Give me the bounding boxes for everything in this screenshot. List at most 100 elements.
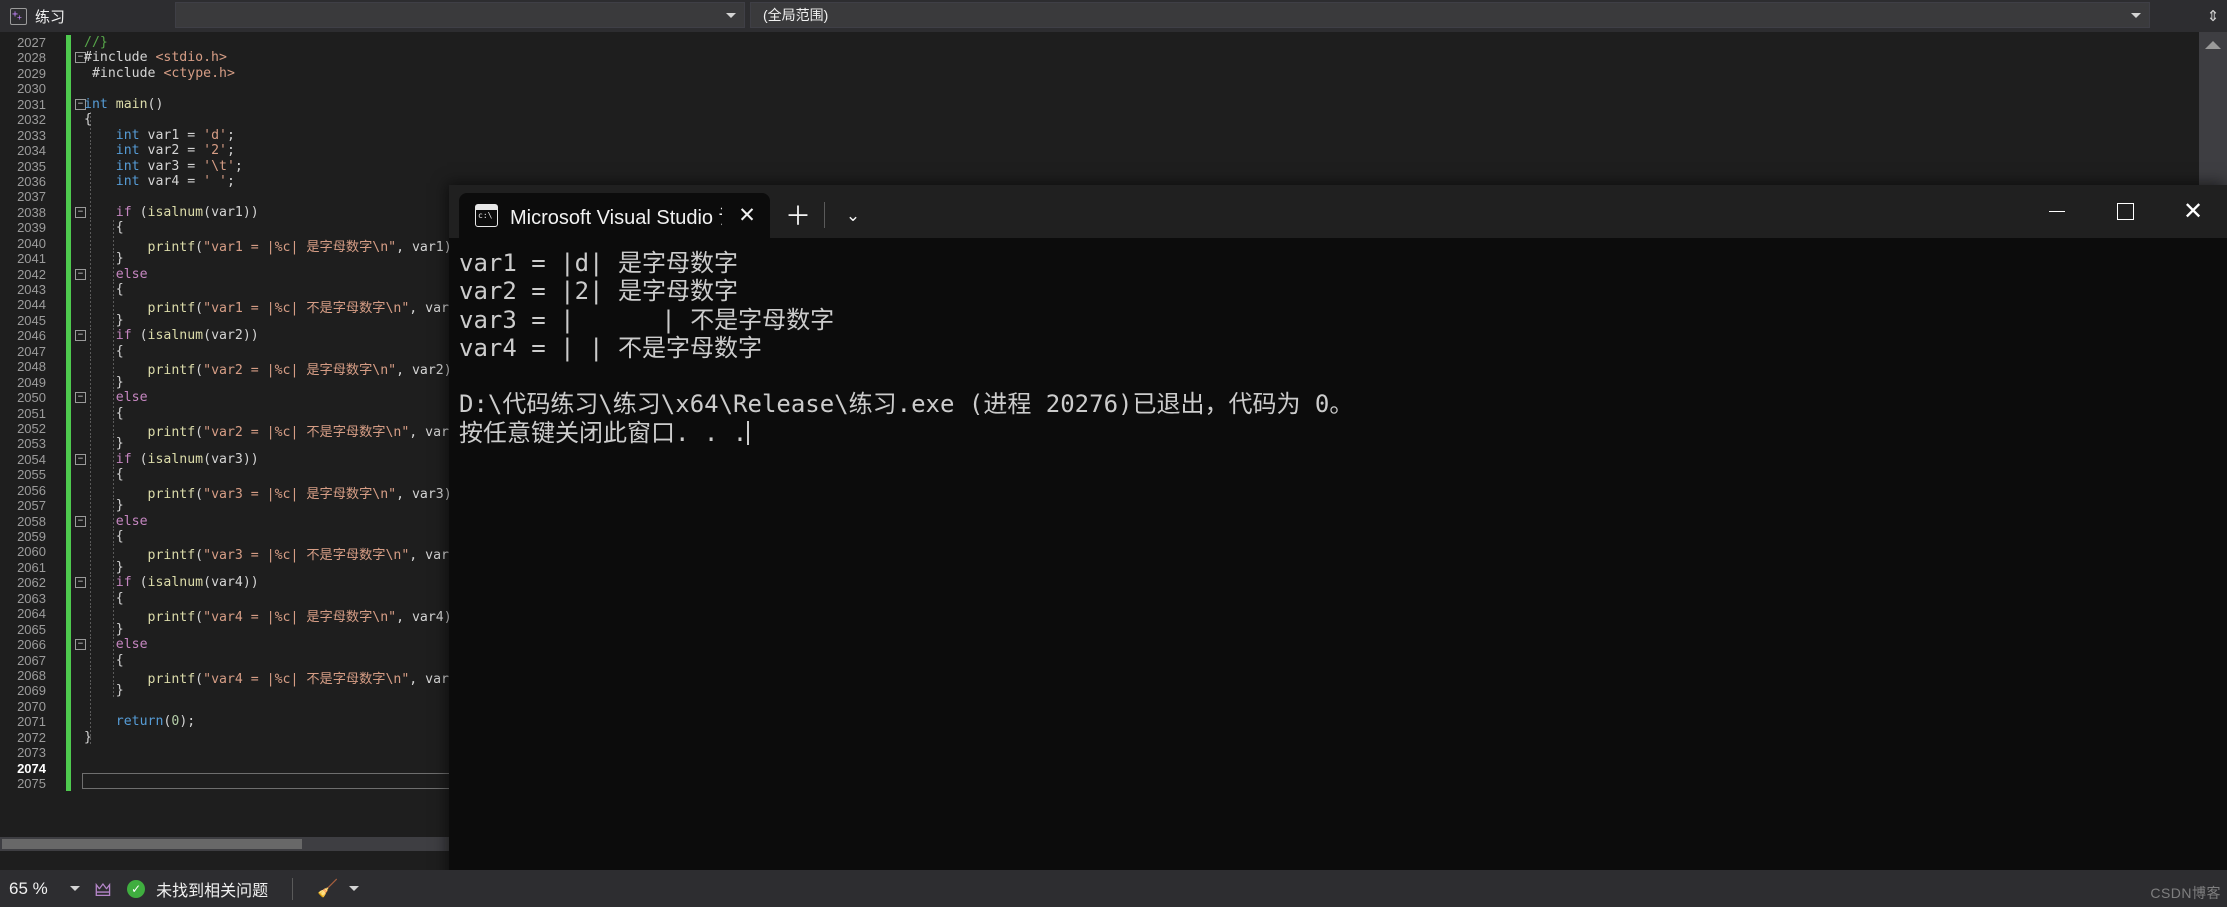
code-line[interactable]: 2031− int main() bbox=[0, 96, 451, 113]
code-line[interactable]: 2051 { bbox=[0, 405, 451, 421]
chevron-down-icon[interactable] bbox=[349, 886, 360, 891]
line-number: 2032 bbox=[17, 112, 46, 128]
line-number: 2034 bbox=[17, 143, 46, 159]
line-number: 2067 bbox=[17, 652, 46, 668]
close-icon[interactable]: ✕ bbox=[2159, 185, 2227, 238]
code-cleanup-control[interactable]: 🧹 bbox=[307, 879, 369, 899]
code-line[interactable]: 2070 bbox=[0, 698, 451, 715]
code-line[interactable]: 2047 { bbox=[0, 343, 451, 360]
member-combobox-value: (全局范围) bbox=[763, 7, 829, 23]
code-line[interactable]: 2027 //} bbox=[0, 35, 451, 51]
cpp-project-icon bbox=[10, 7, 27, 25]
code-line[interactable]: 2037 bbox=[0, 189, 451, 205]
change-indicator bbox=[66, 35, 71, 51]
code-line[interactable]: 2038− if (isalnum(var1)) bbox=[0, 204, 451, 221]
code-line[interactable]: 2058− else bbox=[0, 513, 451, 529]
code-line[interactable]: 2067 { bbox=[0, 652, 451, 668]
code-line[interactable]: 2060 printf("var3 = |%c| 不是字母数字\n", var3… bbox=[0, 544, 473, 563]
code-line[interactable]: 2028− #include <stdio.h> bbox=[0, 50, 451, 66]
code-line[interactable]: 2048 printf("var2 = |%c| 是字母数字\n", var2)… bbox=[0, 359, 460, 378]
close-icon[interactable]: ✕ bbox=[734, 205, 760, 226]
problems-status[interactable]: ✓ 未找到相关问题 bbox=[117, 877, 278, 901]
line-number: 2069 bbox=[17, 683, 46, 699]
code-line[interactable]: 2030 bbox=[0, 81, 451, 97]
line-number: 2064 bbox=[17, 606, 46, 622]
code-line[interactable]: 2073 bbox=[0, 745, 451, 761]
change-indicator bbox=[66, 343, 71, 360]
code-line[interactable]: 2054− if (isalnum(var3)) bbox=[0, 451, 451, 468]
code-line[interactable]: 2050− else bbox=[0, 390, 451, 406]
code-line[interactable]: 2039 { bbox=[0, 220, 451, 236]
code-line[interactable]: 2046− if (isalnum(var2)) bbox=[0, 328, 451, 344]
line-number: 2039 bbox=[17, 220, 46, 236]
member-combobox[interactable]: (全局范围) bbox=[750, 2, 2150, 28]
line-number: 2072 bbox=[17, 729, 46, 745]
minimize-icon[interactable] bbox=[2023, 185, 2091, 238]
editor-horizontal-scrollbar[interactable] bbox=[0, 837, 451, 851]
zoom-control[interactable]: 65 % bbox=[0, 870, 89, 907]
code-line[interactable]: 2052 printf("var2 = |%c| 不是字母数字\n", var2… bbox=[0, 420, 473, 440]
code-line[interactable]: 2049 } bbox=[0, 374, 451, 391]
code-line[interactable]: 2042− else bbox=[0, 266, 451, 282]
change-indicator bbox=[66, 451, 71, 468]
line-number: 2035 bbox=[17, 158, 46, 174]
code-line[interactable]: 2043 { bbox=[0, 282, 451, 298]
code-text: int main() bbox=[84, 96, 164, 112]
code-line[interactable]: 2055 { bbox=[0, 467, 451, 483]
scrollbar-thumb[interactable] bbox=[2, 839, 302, 849]
maximize-icon[interactable] bbox=[2091, 185, 2159, 238]
code-line[interactable]: 2044 printf("var1 = |%c| 不是字母数字\n", var1… bbox=[0, 297, 473, 316]
code-line[interactable]: 2062− if (isalnum(var4)) bbox=[0, 575, 451, 591]
console-tab[interactable]: Microsoft Visual Studio 调试控制台 ✕ bbox=[459, 193, 770, 238]
console-titlebar[interactable]: Microsoft Visual Studio 调试控制台 ✕ ＋ ⌄ ✕ bbox=[449, 185, 2227, 238]
code-line[interactable]: 2065 } bbox=[0, 621, 451, 638]
new-tab-button[interactable]: ＋ bbox=[776, 193, 820, 238]
split-horizontal-icon: ⇕ bbox=[2206, 7, 2220, 25]
chevron-down-icon[interactable] bbox=[69, 886, 80, 891]
code-line[interactable]: 2069 } bbox=[0, 683, 451, 699]
code-line[interactable]: 2064 printf("var4 = |%c| 是字母数字\n", var4)… bbox=[0, 606, 460, 625]
code-text: } bbox=[84, 436, 124, 452]
code-line[interactable]: 2066− else bbox=[0, 637, 451, 653]
line-number: 2029 bbox=[17, 65, 46, 81]
code-line[interactable]: 2034 int var2 = '2'; bbox=[0, 143, 451, 159]
editor-pane: 2027 //} 2028− #include <stdio.h> 2029 #incl… bbox=[0, 32, 473, 851]
code-line[interactable]: 2041 } bbox=[0, 251, 451, 267]
code-line[interactable]: 2063 { bbox=[0, 590, 451, 607]
code-line[interactable]: 2045 } bbox=[0, 312, 451, 329]
toolbar-divider bbox=[824, 202, 825, 228]
code-text: { bbox=[84, 590, 124, 606]
line-number: 2042 bbox=[17, 266, 46, 282]
debug-console-window[interactable]: Microsoft Visual Studio 调试控制台 ✕ ＋ ⌄ ✕ va… bbox=[449, 185, 2227, 907]
code-lines-container[interactable]: 2027 //} 2028− #include <stdio.h> 2029 #incl… bbox=[0, 35, 473, 835]
change-indicator bbox=[66, 621, 71, 638]
code-line[interactable]: 2072} bbox=[0, 729, 451, 746]
code-line[interactable]: 2059 { bbox=[0, 529, 451, 545]
change-indicator bbox=[66, 498, 71, 514]
split-view-button[interactable]: ⇕ bbox=[2199, 0, 2227, 32]
line-number: 2075 bbox=[17, 776, 46, 791]
scope-combobox[interactable] bbox=[175, 2, 745, 28]
code-line[interactable]: 2029 #include <ctype.h> bbox=[0, 65, 451, 82]
bug-icon[interactable]: 🜲 bbox=[89, 870, 117, 907]
broom-icon: 🧹 bbox=[317, 878, 339, 898]
code-line[interactable]: 2033 int var1 = 'd'; bbox=[0, 127, 451, 144]
line-number: 2063 bbox=[17, 590, 46, 606]
code-line[interactable]: 2068 printf("var4 = |%c| 不是字母数字\n", var4… bbox=[0, 667, 473, 687]
code-line[interactable]: 2035 int var3 = '\t'; bbox=[0, 158, 451, 174]
code-line[interactable]: 2036 int var4 = ' '; bbox=[0, 173, 451, 190]
code-line[interactable]: 2057 } bbox=[0, 498, 451, 514]
tab-options-button[interactable]: ⌄ bbox=[833, 193, 873, 238]
line-number: 2060 bbox=[17, 544, 46, 560]
code-line[interactable]: 2056 printf("var3 = |%c| 是字母数字\n", var3)… bbox=[0, 482, 460, 502]
console-output[interactable]: var1 = |d| 是字母数字 var2 = |2| 是字母数字 var3 = |… bbox=[449, 238, 2227, 907]
code-line[interactable]: 2040 printf("var1 = |%c| 是字母数字\n", var1)… bbox=[0, 235, 460, 255]
code-line[interactable]: 2032 { bbox=[0, 112, 451, 128]
scroll-up-button[interactable] bbox=[2199, 32, 2227, 58]
code-line[interactable]: 2061 } bbox=[0, 559, 451, 576]
code-line[interactable]: 2071 return(0); bbox=[0, 714, 451, 730]
watermark-label: CSDN博客 bbox=[2150, 885, 2221, 901]
code-line[interactable]: 2053 } bbox=[0, 436, 451, 452]
terminal-icon bbox=[475, 204, 498, 227]
